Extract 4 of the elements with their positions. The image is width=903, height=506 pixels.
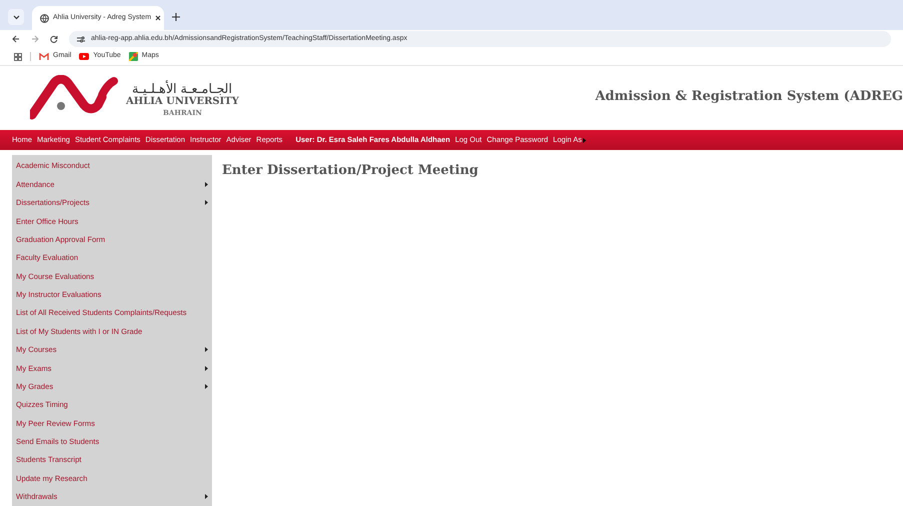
page-title: Enter Dissertation/Project Meeting [222, 162, 480, 180]
arabic-university-name: الجـامـعـة الأهـلـيـة [132, 80, 233, 96]
system-title: Admission & Registration System (ADREG [595, 88, 903, 106]
university-name: AHLIA UNIVERSITY [126, 96, 239, 106]
